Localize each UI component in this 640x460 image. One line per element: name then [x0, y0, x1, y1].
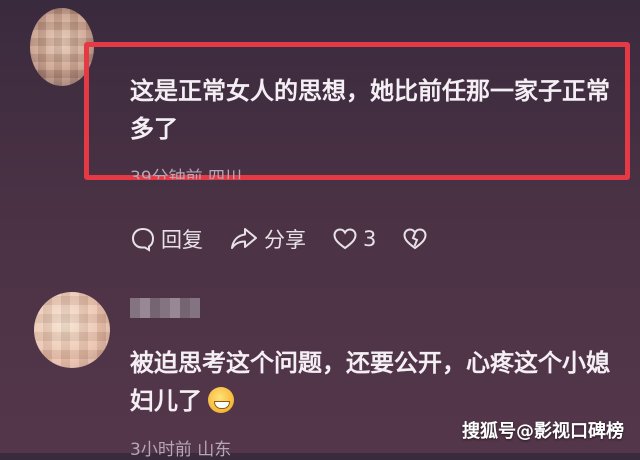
reply-label: 回复	[161, 228, 203, 252]
comment-text: 被迫思考这个问题，还要公开，心疼这个小媳妇儿了	[130, 344, 625, 420]
comment-body: 被迫思考这个问题，还要公开，心疼这个小媳妇儿了	[130, 349, 610, 415]
dislike-button[interactable]	[402, 227, 433, 251]
comment-actions: 回复 分享 3	[130, 224, 459, 254]
commenter-avatar[interactable]	[34, 292, 110, 368]
username-mosaic	[130, 298, 200, 318]
dislike-icon	[403, 228, 427, 250]
reply-button[interactable]: 回复	[130, 224, 203, 254]
like-button[interactable]: 3	[332, 227, 376, 251]
watermark: 搜狐号@影视口碑榜	[462, 421, 624, 442]
comment-meta: 39分钟前 四川	[130, 168, 243, 188]
comment-text: 这是正常女人的思想，她比前任那一家子正常多了	[130, 77, 610, 143]
share-icon	[231, 228, 257, 249]
share-label: 分享	[264, 228, 306, 252]
like-count: 3	[363, 227, 377, 251]
share-button[interactable]: 分享	[229, 224, 306, 254]
reply-icon	[131, 227, 155, 252]
comment-meta: 3小时前 山东	[130, 440, 232, 460]
grin-sweat-emoji	[208, 387, 234, 413]
like-icon	[333, 228, 357, 250]
